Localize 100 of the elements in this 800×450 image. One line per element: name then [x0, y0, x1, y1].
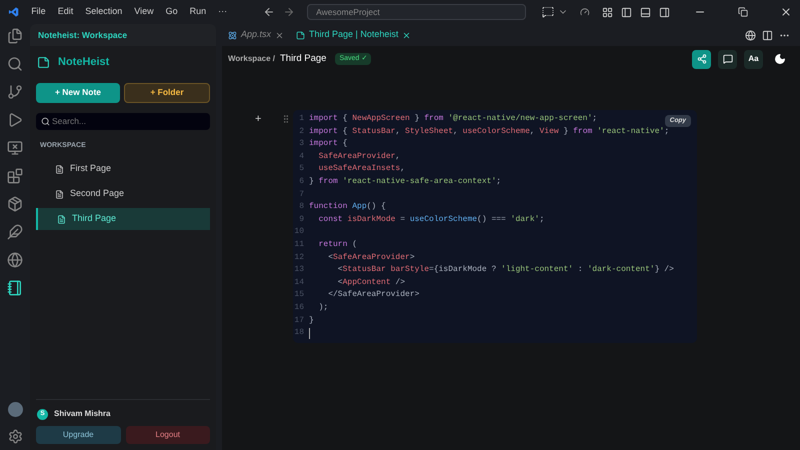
globe-icon[interactable]: [7, 252, 23, 268]
menu-item[interactable]: Selection: [85, 5, 122, 19]
code-line: import { NewAppScreen } from '@react-native/new-app-screen';: [309, 113, 598, 125]
line-number: 3: [299, 138, 304, 150]
line-number: 10: [294, 226, 304, 238]
files-icon[interactable]: [7, 28, 23, 44]
page-icon: [55, 164, 64, 174]
new-folder-button[interactable]: + Folder: [124, 82, 210, 102]
breadcrumb[interactable]: Workspace /: [228, 53, 275, 65]
app-logo-icon: [8, 5, 20, 19]
line-number: 15: [294, 289, 304, 302]
gauge-icon[interactable]: [580, 6, 590, 18]
line-number: 12: [294, 252, 304, 264]
logo-icon: [37, 56, 50, 69]
line-number: 5: [299, 163, 304, 176]
comment-icon: [722, 54, 732, 64]
page-item[interactable]: First Page: [36, 158, 210, 180]
editor-tab[interactable]: Third Page | Noteheist: [294, 28, 414, 42]
panel-left-icon[interactable]: [621, 6, 632, 18]
menu-item[interactable]: View: [134, 5, 154, 19]
page-title: First Page: [70, 162, 112, 176]
note-icon: [296, 30, 306, 40]
font-button[interactable]: Aa: [744, 50, 763, 68]
chat-icon[interactable]: [542, 6, 554, 18]
brand-name: NoteHeist: [58, 55, 110, 70]
menu-item[interactable]: ···: [218, 5, 228, 19]
git-branch-icon[interactable]: [7, 84, 23, 100]
layout-icon[interactable]: [602, 6, 613, 18]
monitor-icon[interactable]: [7, 140, 23, 156]
code-line: );: [318, 302, 328, 314]
code-line: }: [309, 314, 314, 326]
close-tab-icon[interactable]: [275, 30, 284, 40]
page-item[interactable]: Second Page: [36, 183, 210, 205]
close-icon[interactable]: [780, 6, 792, 18]
logout-button[interactable]: Logout: [126, 426, 210, 444]
code-line: useSafeAreaInsets,: [318, 163, 406, 176]
search-field[interactable]: Search...: [36, 112, 210, 130]
line-number: 13: [294, 264, 304, 276]
back-icon[interactable]: [263, 6, 276, 18]
line-number: 2: [299, 126, 304, 138]
dark-mode-icon[interactable]: [774, 53, 786, 65]
panel-bottom-icon[interactable]: [640, 6, 651, 18]
page-title: Second Page: [70, 187, 124, 200]
code-line: function App() {: [309, 201, 386, 214]
page-title: Third Page: [72, 212, 116, 226]
code-line: import {: [309, 138, 348, 150]
line-number: 9: [299, 214, 304, 226]
search-icon: [41, 116, 50, 126]
code-line: <SafeAreaProvider>: [327, 252, 415, 264]
line-number: 6: [299, 176, 304, 188]
settings-icon[interactable]: [8, 429, 22, 444]
page-title: Third Page: [280, 52, 326, 66]
code-line: } from 'react-native-safe-area-context';: [309, 176, 502, 188]
split-editor-icon[interactable]: [762, 30, 773, 40]
line-number: 4: [299, 150, 304, 163]
line-number: 16: [294, 302, 304, 314]
menu-item[interactable]: File: [31, 5, 46, 19]
feather-icon[interactable]: [7, 224, 23, 240]
extensions-icon[interactable]: [7, 168, 23, 184]
share-icon: [696, 54, 706, 64]
text-cursor: [309, 328, 310, 340]
panel-right-icon[interactable]: [659, 6, 670, 18]
code-line: <AppContent />: [336, 276, 406, 289]
editor-tab[interactable]: App.tsx: [226, 28, 286, 42]
add-block-button[interactable]: +: [255, 114, 262, 125]
restore-icon[interactable]: [738, 7, 748, 17]
new-note-button[interactable]: + New Note: [36, 82, 120, 102]
line-number: 7: [299, 188, 304, 201]
comment-button[interactable]: [718, 50, 737, 68]
code-line: <StatusBar barStyle={isDarkMode ? 'light-content' : 'dark-content'} />: [336, 264, 674, 276]
line-number: 18: [294, 327, 304, 340]
user-name: Shivam Mishra: [54, 408, 110, 420]
page-item[interactable]: Third Page: [36, 208, 210, 230]
menu-item[interactable]: Go: [166, 5, 178, 19]
account-avatar[interactable]: [8, 402, 22, 417]
menu-item[interactable]: Edit: [58, 5, 74, 19]
page-icon: [57, 214, 66, 224]
menu-item[interactable]: Run: [190, 5, 206, 19]
share-button[interactable]: [692, 50, 711, 68]
upgrade-button[interactable]: Upgrade: [36, 426, 120, 444]
panel-title: Noteheist: Workspace: [37, 28, 128, 42]
code-line: const isDarkMode = useColorScheme() === 'dark';: [318, 214, 544, 226]
page-icon: [55, 190, 64, 198]
react-icon: [228, 30, 237, 40]
line-number: 17: [294, 314, 304, 326]
line-number: 1: [299, 113, 304, 125]
code-line: import { StatusBar, StyleSheet, useColorScheme, View } from 'react-native';: [309, 126, 670, 138]
forward-icon[interactable]: [283, 6, 296, 18]
globe-icon[interactable]: [745, 30, 756, 40]
line-number: 14: [294, 276, 304, 289]
package-icon[interactable]: [7, 196, 23, 212]
close-tab-icon[interactable]: [402, 30, 412, 40]
command-search-field[interactable]: AwesomeProject: [307, 4, 526, 20]
run-icon[interactable]: [7, 112, 23, 128]
code-line: return (: [318, 238, 358, 251]
code-line: </SafeAreaProvider>: [327, 289, 420, 302]
line-number: 8: [299, 201, 304, 214]
line-number: 11: [294, 238, 304, 251]
notebook-icon[interactable]: [7, 280, 23, 296]
search-icon[interactable]: [7, 56, 23, 72]
